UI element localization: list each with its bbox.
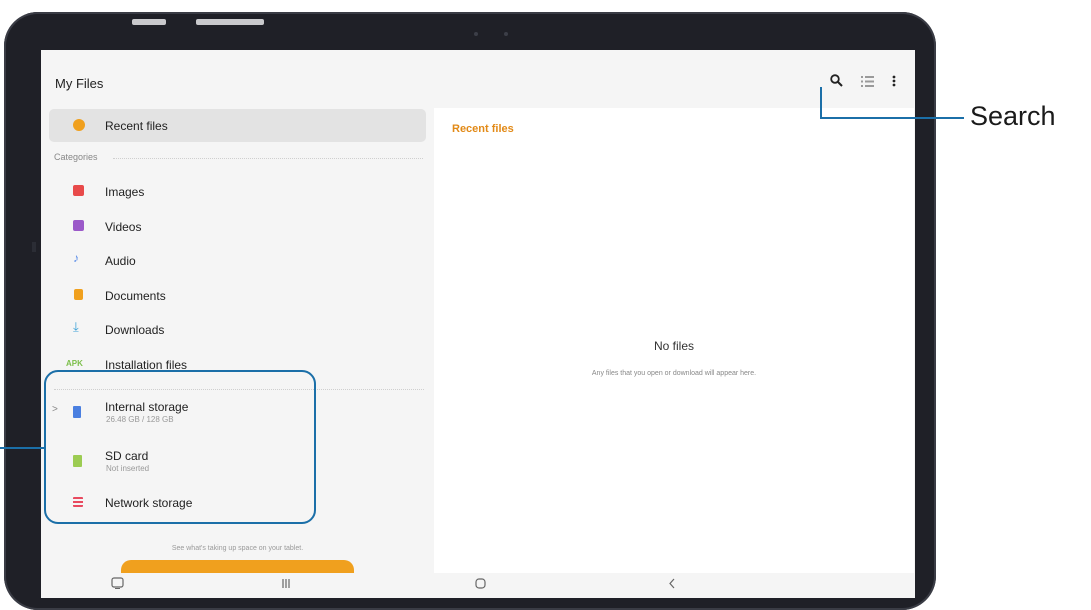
sidebar-item-label: Images	[105, 185, 145, 199]
app-bar: My Files	[41, 50, 915, 108]
search-callout-bracket	[820, 87, 841, 119]
camera-dot	[474, 32, 478, 36]
sidebar-item-label: Documents	[105, 289, 166, 303]
apk-icon: APK	[66, 359, 83, 368]
sidebar-item-label: Downloads	[105, 323, 165, 337]
sidebar-item-images[interactable]: Images	[49, 177, 426, 207]
storage-footnote: See what's taking up space on your table…	[171, 545, 304, 552]
home-icon[interactable]	[475, 578, 486, 592]
images-icon	[73, 185, 84, 196]
screenshot-icon[interactable]	[111, 577, 124, 592]
sidebar-item-documents[interactable]: Documents	[49, 281, 426, 311]
more-options-icon[interactable]	[892, 74, 896, 90]
documents-icon	[74, 289, 83, 300]
storage-callout-line	[0, 447, 44, 449]
list-view-icon[interactable]	[861, 74, 874, 90]
main-panel: Recent files No files Any files that you…	[434, 108, 914, 598]
categories-header: Categories	[54, 152, 98, 162]
main-title: Recent files	[452, 123, 514, 135]
sidebar-item-audio[interactable]: ♪ Audio	[49, 246, 426, 276]
empty-state-title: No files	[653, 339, 694, 353]
videos-icon	[73, 220, 84, 231]
sensor-dot	[504, 32, 508, 36]
downloads-icon: ⤓	[73, 319, 79, 334]
side-key	[32, 242, 36, 252]
clock-icon	[73, 119, 85, 131]
volume-button	[132, 19, 166, 25]
power-button	[196, 19, 264, 25]
search-callout-label: Search	[970, 101, 1056, 131]
storage-callout-box	[44, 370, 316, 524]
system-nav-bar	[41, 573, 915, 598]
empty-state-subtitle: Any files that you open or download will…	[591, 370, 757, 377]
recent-apps-icon[interactable]	[281, 578, 291, 592]
app-title: My Files	[55, 76, 104, 91]
sidebar-item-label: Videos	[105, 220, 142, 234]
sidebar-item-recent-files[interactable]: Recent files	[49, 109, 426, 142]
sidebar-item-videos[interactable]: Videos	[49, 212, 426, 242]
audio-icon: ♪	[73, 251, 79, 265]
sidebar-item-label: Recent files	[105, 119, 168, 133]
search-callout-line	[840, 117, 964, 119]
sidebar: Recent files Categories Images Videos ♪ …	[49, 108, 427, 598]
back-icon[interactable]	[668, 578, 676, 592]
divider	[113, 158, 423, 159]
sidebar-item-label: Audio	[105, 254, 136, 268]
sidebar-item-downloads[interactable]: ⤓ Downloads	[49, 315, 426, 345]
